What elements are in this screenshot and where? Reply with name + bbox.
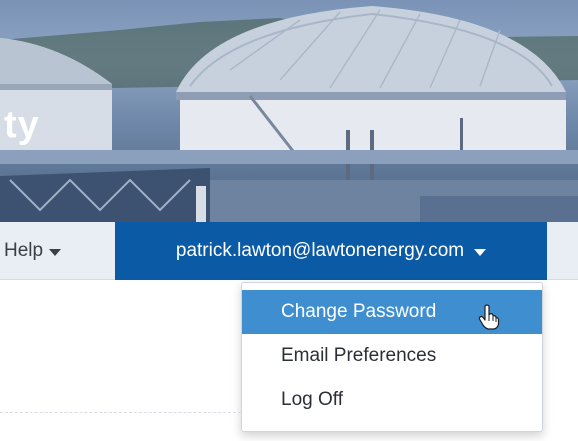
user-menu-button[interactable]: patrick.lawton@lawtonenergy.com xyxy=(115,222,547,280)
menu-item-email-preferences[interactable]: Email Preferences xyxy=(242,334,542,378)
menu-item-change-password[interactable]: Change Password xyxy=(242,290,542,334)
menu-item-label: Log Off xyxy=(281,389,343,410)
hand-pointer-icon xyxy=(478,304,500,330)
chevron-down-icon xyxy=(49,248,62,256)
top-navbar: Help patrick.lawton@lawtonenergy.com xyxy=(0,222,578,280)
help-menu-button[interactable]: Help xyxy=(4,222,62,280)
hero-image xyxy=(0,6,578,222)
help-menu-label: Help xyxy=(4,240,44,261)
hero-banner: ty xyxy=(0,0,578,222)
user-email-label: patrick.lawton@lawtonenergy.com xyxy=(175,240,465,261)
menu-item-label: Change Password xyxy=(281,301,437,322)
content-divider xyxy=(0,412,241,413)
hero-title: ty xyxy=(4,104,40,146)
menu-item-log-off[interactable]: Log Off xyxy=(242,378,542,422)
chevron-down-icon xyxy=(474,248,487,256)
menu-item-label: Email Preferences xyxy=(281,345,437,366)
user-dropdown-menu: Change Password Email Preferences Log Of… xyxy=(241,282,543,432)
